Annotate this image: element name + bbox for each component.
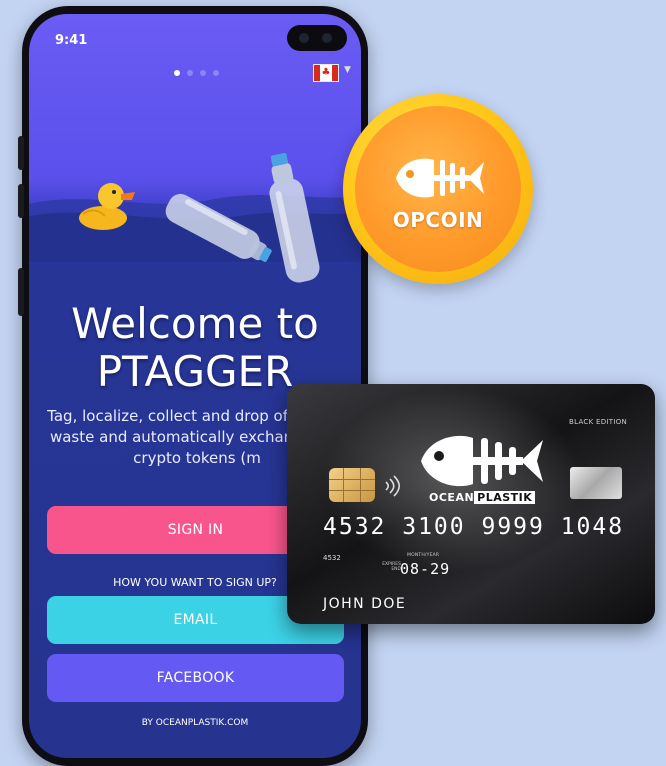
fish-skeleton-icon bbox=[421, 435, 543, 487]
volume-down-button bbox=[18, 184, 24, 218]
ocean-plastik-credit-card: BLACK EDITION OCEAN PLASTIK 4532 3100 999… bbox=[287, 384, 655, 624]
card-short-number: 4532 bbox=[323, 554, 341, 562]
brand-ocean: OCEAN bbox=[429, 491, 475, 504]
card-brand: OCEAN PLASTIK bbox=[429, 491, 536, 504]
footer-credit[interactable]: BY OCEANPLASTIK.COM bbox=[29, 718, 361, 728]
hologram-world-map bbox=[570, 467, 622, 499]
opcoin-token: OPCOIN bbox=[343, 94, 533, 284]
facebook-signup-button[interactable]: FACEBOOK bbox=[47, 654, 344, 702]
month-year-caption: MONTH/YEAR bbox=[407, 553, 440, 558]
rubber-duck-illustration bbox=[79, 183, 135, 230]
card-expiry: 08-29 bbox=[400, 560, 451, 578]
plastic-bottle-illustration bbox=[269, 152, 320, 283]
welcome-title-line1: Welcome to bbox=[71, 299, 319, 348]
card-edition: BLACK EDITION bbox=[569, 418, 628, 426]
card-holder-name: JOHN DOE bbox=[323, 596, 407, 612]
page-indicator bbox=[174, 70, 219, 76]
chevron-down-icon[interactable]: ▼ bbox=[344, 65, 351, 75]
coin-label: OPCOIN bbox=[392, 208, 484, 232]
page-dot-2[interactable] bbox=[187, 70, 193, 76]
canada-flag-icon[interactable]: ♣ bbox=[313, 64, 339, 82]
volume-up-button bbox=[18, 136, 24, 170]
side-button bbox=[18, 268, 24, 316]
card-number: 4532 3100 9999 1048 bbox=[323, 514, 625, 540]
page-dot-3[interactable] bbox=[200, 70, 206, 76]
card-chip bbox=[329, 468, 375, 502]
fish-skeleton-icon bbox=[396, 158, 484, 198]
contactless-icon bbox=[385, 475, 401, 497]
page-dot-1[interactable] bbox=[174, 70, 180, 76]
brand-plastik: PLASTIK bbox=[474, 491, 536, 504]
status-time: 9:41 bbox=[55, 33, 88, 48]
page-dot-4[interactable] bbox=[213, 70, 219, 76]
expires-caption: EXPIRES END bbox=[382, 562, 401, 572]
camera-punch-hole bbox=[287, 25, 347, 51]
